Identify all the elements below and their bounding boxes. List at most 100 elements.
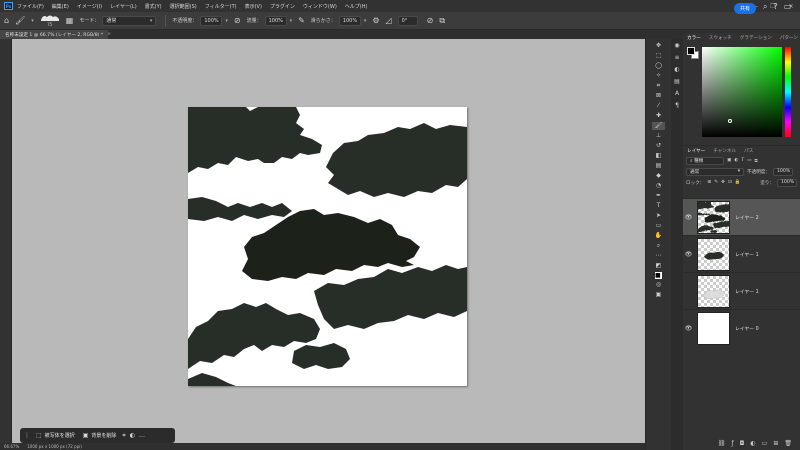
pressure-size-icon[interactable]: ⊘: [427, 16, 434, 25]
menu-edit[interactable]: 編集(E): [52, 3, 69, 10]
menu-window[interactable]: ウィンドウ(W): [303, 3, 337, 10]
foreground-color-swatch[interactable]: [687, 47, 695, 55]
default-colors-icon[interactable]: ◩: [656, 262, 662, 270]
foreground-swatch[interactable]: ■: [655, 272, 662, 279]
tab-patterns[interactable]: パターン: [780, 35, 798, 41]
layer-row-layer-0[interactable]: 👁 レイヤー 0: [683, 309, 800, 346]
lock-all-icon[interactable]: 🔒: [735, 180, 741, 185]
menu-help[interactable]: ヘルプ(H): [345, 3, 368, 10]
link-layers-icon[interactable]: ⛓: [718, 440, 726, 447]
move-tool-icon[interactable]: ✥: [656, 42, 661, 50]
pressure-opacity-icon[interactable]: ⊘: [234, 16, 241, 25]
brush-tool-icon[interactable]: 🖌: [651, 122, 666, 130]
group-icon[interactable]: ▭: [762, 440, 768, 447]
adjustment-layer-icon[interactable]: ◐: [750, 440, 755, 447]
marquee-tool-icon[interactable]: ⬚: [656, 52, 662, 60]
tab-swatches[interactable]: スウォッチ: [709, 35, 732, 41]
menu-plugins[interactable]: プラグイン: [270, 3, 295, 10]
shape-tool-icon[interactable]: ▭: [656, 222, 662, 230]
opacity-field[interactable]: 100%: [200, 15, 223, 26]
history-brush-icon[interactable]: ↺: [656, 142, 661, 150]
help-icon[interactable]: ?: [773, 2, 777, 12]
blur-tool-icon[interactable]: ◆: [656, 172, 661, 180]
type-tool-icon[interactable]: T: [657, 202, 661, 210]
quick-mask-icon[interactable]: ◎: [656, 281, 661, 289]
brush-preset-picker[interactable]: 75: [40, 14, 60, 27]
share-button[interactable]: 共有: [734, 3, 756, 14]
menu-layer[interactable]: レイヤー(L): [110, 3, 137, 10]
chevron-down-icon[interactable]: ▾: [225, 18, 228, 24]
gradient-tool-icon[interactable]: ▤: [656, 162, 662, 170]
layer-name[interactable]: レイヤー 2: [735, 214, 759, 221]
layer-row-layer-1[interactable]: 👁 レイヤー 1: [683, 235, 800, 272]
paragraph-panel-icon[interactable]: ¶: [675, 102, 679, 109]
filter-shape-icon[interactable]: ▭: [747, 158, 751, 163]
layer-filter-select[interactable]: ⌕ 種類: [686, 156, 724, 165]
tab-gradients[interactable]: グラデーション: [740, 35, 772, 41]
tab-channels[interactable]: チャンネル: [713, 148, 736, 154]
add-mask-icon[interactable]: ◘: [740, 440, 745, 447]
chevron-down-icon[interactable]: ▾: [290, 18, 293, 24]
gear-icon[interactable]: ⚙: [372, 16, 379, 25]
search-icon[interactable]: ⌕: [763, 2, 767, 12]
properties-panel-icon[interactable]: ≡: [674, 54, 679, 61]
filter-type-icon[interactable]: T: [741, 158, 744, 163]
eyedropper-tool-icon[interactable]: ⁄: [658, 102, 659, 110]
document-tab[interactable]: 名称未設定 1 @ 66.7% (レイヤー 2, RGB/8) * ×: [0, 30, 111, 39]
eye-icon[interactable]: 👁: [683, 214, 694, 221]
airbrush-icon[interactable]: ✎: [298, 16, 305, 25]
layer-name[interactable]: レイヤー 0: [735, 325, 759, 332]
chevron-down-icon[interactable]: ▾: [31, 18, 34, 24]
filter-smart-icon[interactable]: ⧉: [755, 158, 758, 164]
menu-select[interactable]: 選択範囲(S): [170, 3, 197, 10]
lock-artboard-icon[interactable]: ⊡: [728, 180, 732, 185]
workspace-icon[interactable]: ▭: [784, 2, 792, 12]
zoom-tool-icon[interactable]: ⌕: [657, 242, 660, 250]
menu-view[interactable]: 表示(V): [245, 3, 262, 10]
adjustments-panel-icon[interactable]: ◐: [674, 66, 679, 73]
layer-row-layer-2[interactable]: 👁 レイヤー 2: [683, 198, 800, 235]
layer-opacity-field[interactable]: 100%: [772, 167, 793, 176]
color-panel-icon[interactable]: ◉: [674, 42, 679, 49]
lasso-tool-icon[interactable]: ◯: [655, 62, 662, 70]
brush-tool-icon[interactable]: 🖌: [15, 16, 25, 25]
fx-icon[interactable]: ƒ: [732, 440, 734, 447]
document-canvas[interactable]: [188, 107, 467, 386]
picker-cursor[interactable]: [728, 119, 732, 123]
more-tools-icon[interactable]: ⋯: [656, 252, 662, 260]
menu-file[interactable]: ファイル(F): [17, 3, 44, 10]
healing-tool-icon[interactable]: ✚: [656, 112, 661, 120]
transform-icon[interactable]: ⌗: [122, 432, 125, 440]
lock-paint-icon[interactable]: ✎: [714, 180, 718, 185]
zoom-level[interactable]: 66.67%: [4, 444, 19, 449]
layer-name[interactable]: レイヤー 1: [735, 288, 759, 295]
layer-name[interactable]: レイヤー 1: [735, 251, 759, 258]
new-layer-icon[interactable]: ⊞: [773, 440, 778, 447]
dodge-tool-icon[interactable]: ◔: [656, 182, 661, 190]
menu-image[interactable]: イメージ(I): [77, 3, 102, 10]
adjustment-icon[interactable]: ◐: [130, 432, 135, 439]
magic-wand-tool-icon[interactable]: ✧: [656, 72, 661, 80]
drag-handle-icon[interactable]: ⋮: [24, 432, 30, 439]
path-select-icon[interactable]: ➤: [656, 212, 661, 220]
blend-mode-select[interactable]: 通常 ▾: [686, 167, 744, 176]
mode-select[interactable]: 通常 ▾: [102, 15, 157, 26]
eye-icon[interactable]: 👁: [683, 251, 694, 258]
flow-field[interactable]: 100%: [264, 15, 287, 26]
menu-filter[interactable]: フィルター(T): [205, 3, 237, 10]
fill-field[interactable]: 100%: [777, 178, 797, 187]
libraries-panel-icon[interactable]: ▤: [674, 78, 680, 85]
symmetry-icon[interactable]: ⧉: [439, 16, 445, 26]
pen-tool-icon[interactable]: ✒: [656, 192, 661, 200]
close-tab-icon[interactable]: ×: [107, 32, 111, 37]
filter-pixel-icon[interactable]: ▣: [727, 158, 731, 163]
brush-settings-icon[interactable]: ▦: [66, 16, 74, 25]
tab-color[interactable]: カラー: [687, 35, 701, 41]
lock-pixels-icon[interactable]: ⊞: [707, 180, 711, 185]
angle-field[interactable]: 0°: [397, 15, 418, 26]
stamp-tool-icon[interactable]: ⊥: [656, 132, 661, 140]
eraser-tool-icon[interactable]: ◧: [656, 152, 662, 160]
tab-layers[interactable]: レイヤー: [687, 148, 705, 154]
lock-position-icon[interactable]: ✥: [721, 180, 725, 185]
hand-tool-icon[interactable]: ✋: [655, 232, 662, 240]
